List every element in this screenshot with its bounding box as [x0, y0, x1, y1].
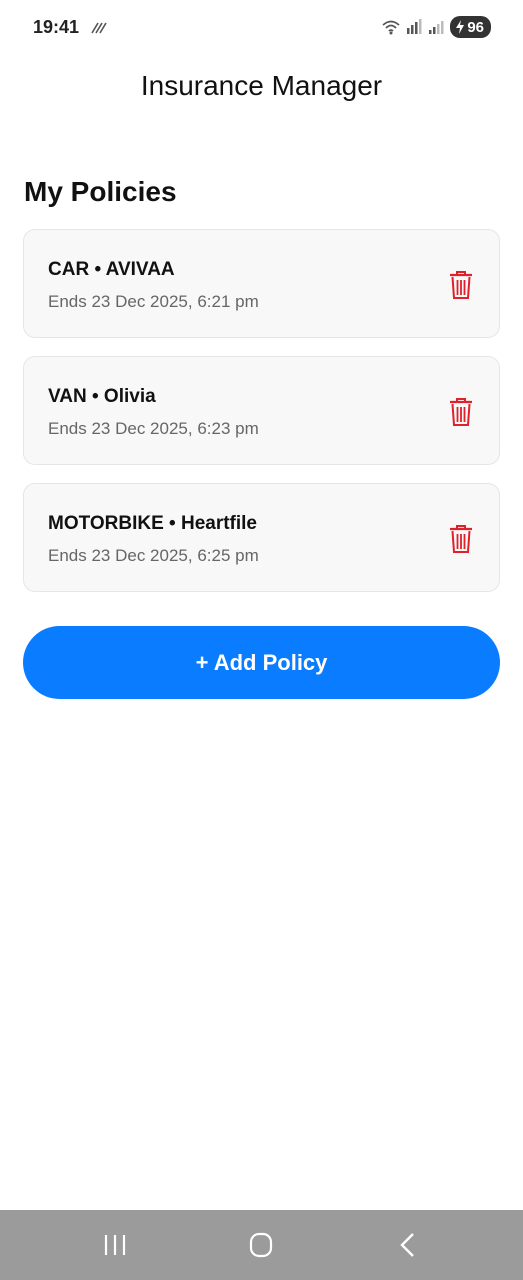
policy-end-date: Ends 23 Dec 2025, 6:21 pm — [48, 292, 259, 311]
policy-card[interactable]: VAN • Olivia Ends 23 Dec 2025, 6:23 pm — [23, 356, 500, 465]
battery-charging-icon — [456, 20, 465, 34]
status-icons: 96 — [382, 16, 491, 38]
home-icon[interactable] — [243, 1230, 279, 1260]
trash-icon[interactable] — [449, 397, 473, 427]
page-title: Insurance Manager — [140, 70, 383, 101]
battery-level: 96 — [467, 18, 484, 36]
policy-card[interactable]: MOTORBIKE • Heartfile Ends 23 Dec 2025, … — [23, 483, 500, 592]
signal-icon — [407, 19, 422, 34]
policy-name: VAN • Olivia — [48, 386, 156, 407]
add-policy-button[interactable]: + Add Policy — [23, 626, 500, 699]
battery-indicator: 96 — [450, 16, 491, 38]
wifi-icon — [382, 20, 400, 35]
policy-card[interactable]: CAR • AVIVAA Ends 23 Dec 2025, 6:21 pm — [23, 229, 500, 338]
policy-end-date: Ends 23 Dec 2025, 6:25 pm — [48, 546, 259, 565]
back-icon[interactable] — [390, 1230, 426, 1260]
trash-icon[interactable] — [449, 524, 473, 554]
status-time: 19:41 — [33, 17, 80, 37]
policy-list: CAR • AVIVAA Ends 23 Dec 2025, 6:21 pm V… — [23, 229, 500, 610]
policy-end-date: Ends 23 Dec 2025, 6:23 pm — [48, 419, 259, 438]
policy-name: CAR • AVIVAA — [48, 259, 175, 280]
policy-name: MOTORBIKE • Heartfile — [48, 513, 257, 534]
section-title: My Policies — [24, 176, 177, 207]
signal-icon — [429, 21, 444, 34]
mute-icon — [91, 22, 107, 34]
system-nav-bar — [0, 1210, 523, 1280]
status-bar: 19:41 96 — [0, 0, 523, 56]
trash-icon[interactable] — [449, 270, 473, 300]
recent-apps-icon[interactable] — [97, 1230, 133, 1260]
